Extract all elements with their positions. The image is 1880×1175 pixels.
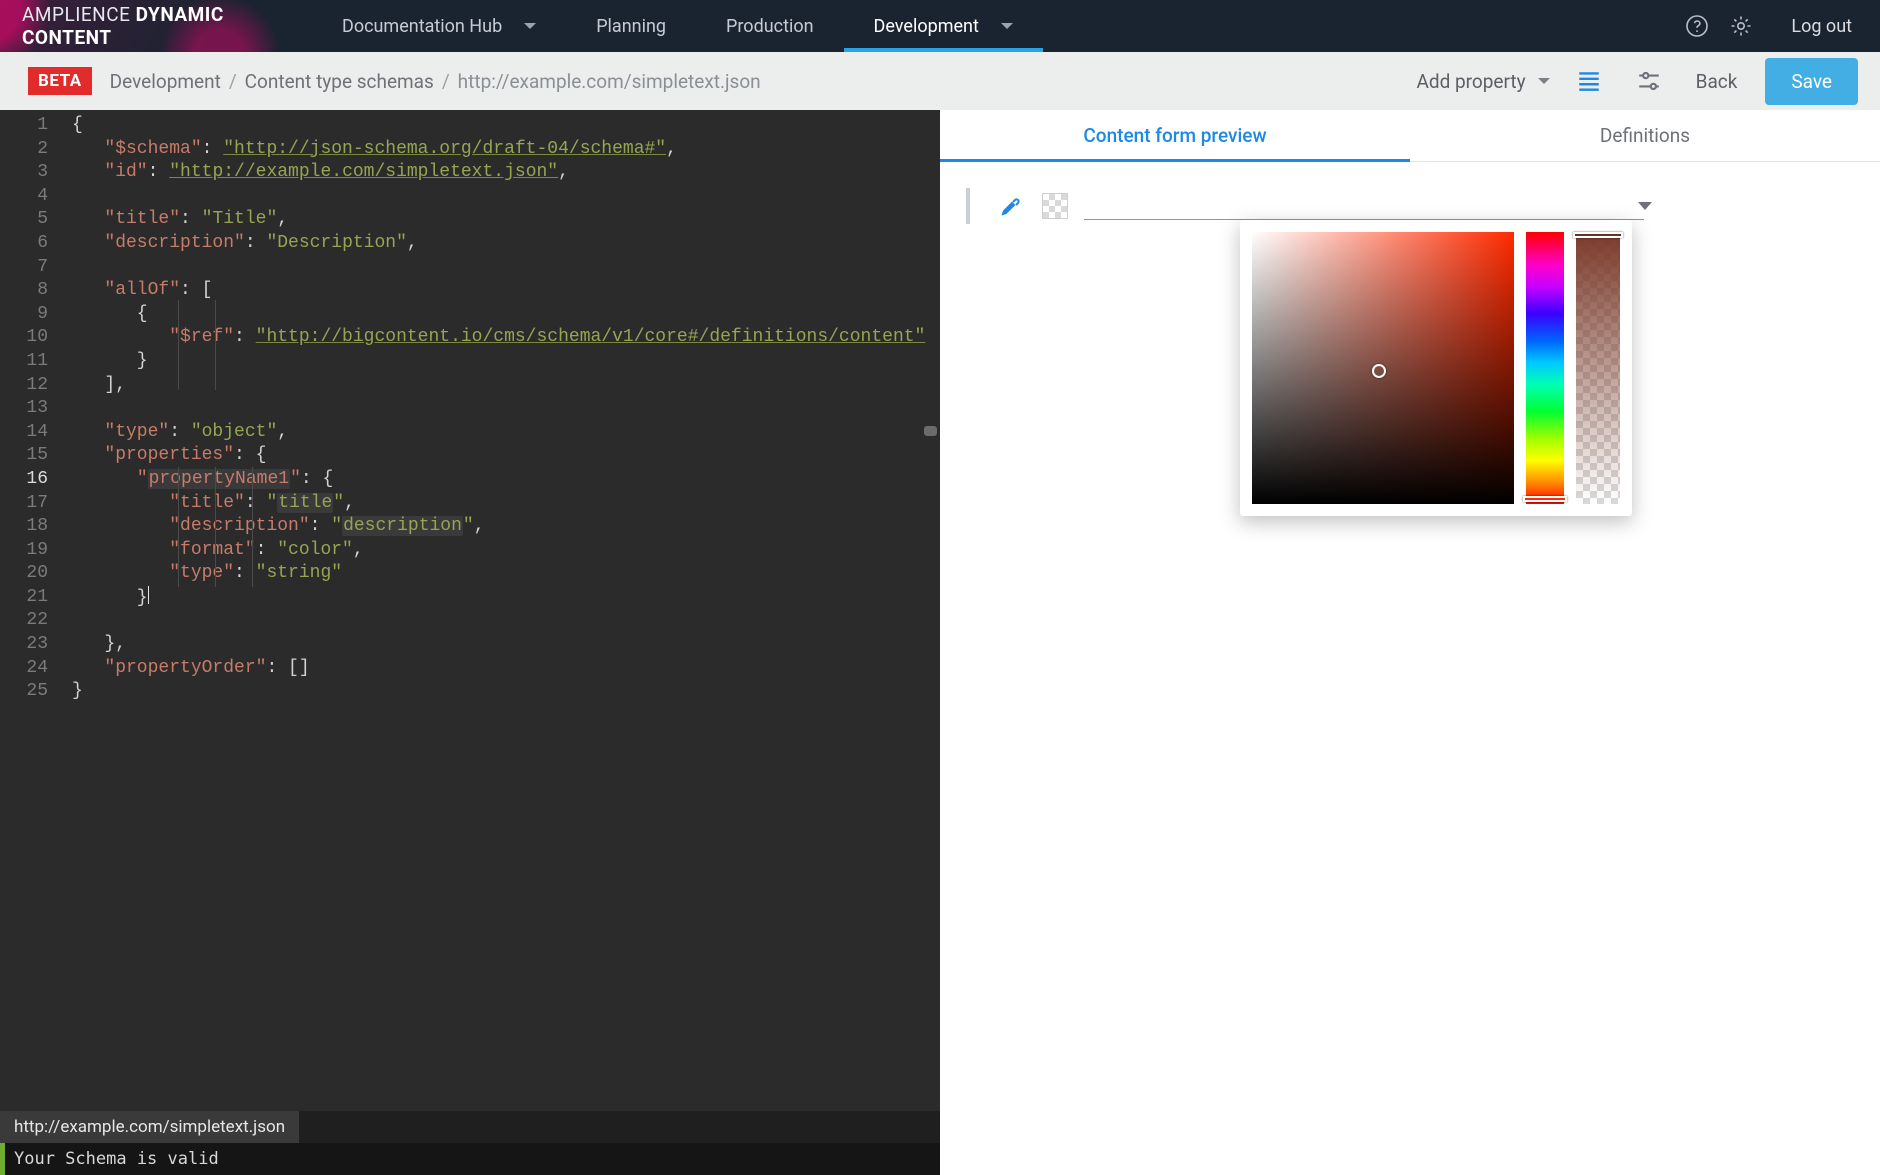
saturation-value-panel[interactable] xyxy=(1252,232,1514,504)
hue-handle[interactable] xyxy=(1523,496,1567,502)
status-bar: Your Schema is valid xyxy=(0,1143,940,1175)
sv-handle[interactable] xyxy=(1372,364,1386,378)
preview-pane: Content form preview Definitions xyxy=(940,110,1880,1175)
breadcrumb-schemas[interactable]: Content type schemas xyxy=(245,70,434,93)
save-button[interactable]: Save xyxy=(1765,58,1858,105)
logout-link[interactable]: Log out xyxy=(1763,16,1880,37)
nav-production[interactable]: Production xyxy=(696,0,844,52)
add-property-label: Add property xyxy=(1416,70,1525,93)
line-gutter: 1234567891011121314151617181920212223242… xyxy=(0,110,62,1111)
breadcrumb-development[interactable]: Development xyxy=(110,70,221,93)
align-lines-icon[interactable] xyxy=(1568,60,1610,102)
breadcrumb-sep: / xyxy=(442,70,450,93)
file-tab[interactable]: http://example.com/simpletext.json xyxy=(0,1111,299,1143)
brand-text: AMPLIENCE DYNAMIC CONTENT xyxy=(22,3,312,49)
chevron-down-icon xyxy=(1538,78,1550,84)
color-picker-popover xyxy=(1240,220,1632,516)
preview-tabs: Content form preview Definitions xyxy=(940,110,1880,162)
code-area[interactable]: { "$schema": "http://json-schema.org/dra… xyxy=(62,110,940,1111)
brand-light: AMPLIENCE xyxy=(22,3,130,26)
nav-label: Planning xyxy=(596,16,666,37)
beta-badge: BETA xyxy=(28,67,92,95)
nav-planning[interactable]: Planning xyxy=(566,0,696,52)
field-accent-bar xyxy=(966,188,970,224)
chevron-down-icon[interactable] xyxy=(1638,202,1652,210)
color-swatch[interactable] xyxy=(1042,193,1068,219)
chevron-down-icon xyxy=(1001,23,1013,29)
help-icon[interactable] xyxy=(1675,0,1719,52)
tab-definitions[interactable]: Definitions xyxy=(1410,110,1880,161)
nav-label: Documentation Hub xyxy=(342,16,502,37)
main-split: 1234567891011121314151617181920212223242… xyxy=(0,110,1880,1175)
nav-documentation-hub[interactable]: Documentation Hub xyxy=(312,0,566,52)
add-property-dropdown[interactable]: Add property xyxy=(1416,70,1549,93)
eyedropper-icon[interactable] xyxy=(996,191,1026,221)
gear-icon[interactable] xyxy=(1719,0,1763,52)
code-editor[interactable]: 1234567891011121314151617181920212223242… xyxy=(0,110,940,1111)
file-tabstrip: http://example.com/simpletext.json xyxy=(0,1111,940,1143)
chevron-down-icon xyxy=(524,23,536,29)
nav-label: Production xyxy=(726,16,814,37)
top-nav: AMPLIENCE DYNAMIC CONTENT Documentation … xyxy=(0,0,1880,52)
color-value-input[interactable] xyxy=(1084,192,1644,220)
sliders-icon[interactable] xyxy=(1628,60,1670,102)
editor-pane: 1234567891011121314151617181920212223242… xyxy=(0,110,940,1175)
sub-toolbar: BETA Development / Content type schemas … xyxy=(0,52,1880,110)
color-field-row xyxy=(966,188,1854,224)
back-button[interactable]: Back xyxy=(1696,70,1738,93)
breadcrumb-sep: / xyxy=(229,70,237,93)
preview-body xyxy=(940,162,1880,1175)
status-text: Your Schema is valid xyxy=(14,1149,219,1169)
alpha-handle[interactable] xyxy=(1573,232,1623,238)
alpha-slider[interactable] xyxy=(1576,232,1620,504)
scrollbar-thumb[interactable] xyxy=(924,426,937,436)
hue-slider[interactable] xyxy=(1526,232,1564,504)
breadcrumb-current: http://example.com/simpletext.json xyxy=(458,70,761,93)
nav-development[interactable]: Development xyxy=(844,0,1043,52)
nav-label: Development xyxy=(874,16,979,37)
tab-content-form-preview[interactable]: Content form preview xyxy=(940,110,1410,161)
brand: AMPLIENCE DYNAMIC CONTENT xyxy=(0,0,312,52)
